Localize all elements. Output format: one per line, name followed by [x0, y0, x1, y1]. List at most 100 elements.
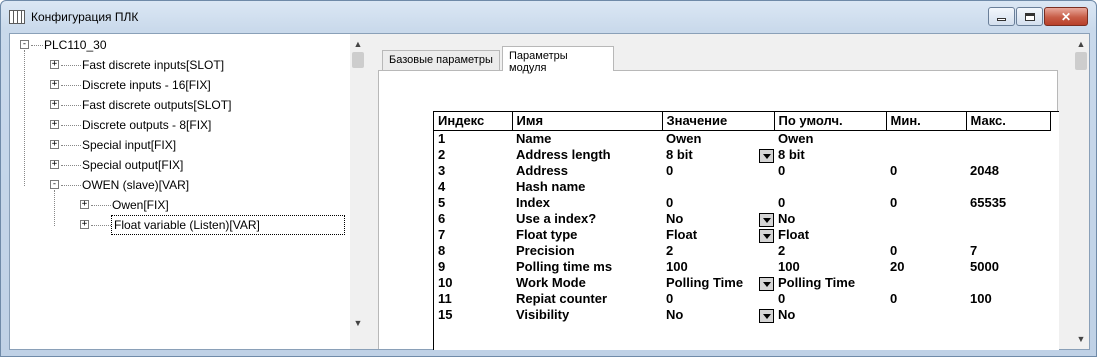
- cell-text: 0: [778, 162, 786, 178]
- expand-icon[interactable]: +: [50, 140, 59, 149]
- tree-connector: [61, 185, 81, 186]
- scroll-up-icon[interactable]: ▲: [1073, 36, 1089, 52]
- column-header[interactable]: Макс.: [966, 112, 1051, 131]
- cell-text: 8: [438, 242, 446, 258]
- cell-name: Precision: [512, 242, 662, 258]
- scroll-up-icon[interactable]: ▲: [350, 36, 366, 52]
- cell-max: 5000: [966, 258, 1050, 274]
- column-header[interactable]: Имя: [512, 112, 663, 131]
- table-row[interactable]: 3 Address 0 0 0 2048: [434, 162, 1050, 178]
- collapse-icon[interactable]: -: [50, 180, 59, 189]
- expand-icon[interactable]: +: [80, 220, 89, 229]
- dropdown-arrow-icon[interactable]: [759, 212, 774, 227]
- dropdown-wrapper: [759, 211, 774, 227]
- tree-item-label: Owen[FIX]: [112, 198, 169, 212]
- collapse-icon[interactable]: -: [20, 40, 29, 49]
- cell-text: Polling Time: [666, 274, 744, 290]
- table-row[interactable]: 11 Repiat counter 0 0 0 100: [434, 290, 1050, 306]
- table-row[interactable]: 6 Use a index? No No: [434, 210, 1050, 227]
- cell-text: Name: [516, 130, 552, 146]
- cell-text: 8 bit: [666, 146, 693, 162]
- tree-item[interactable]: - OWEN (slave)[VAR]: [10, 176, 350, 194]
- cell-value[interactable]: Owen: [662, 130, 774, 146]
- scroll-thumb[interactable]: [352, 52, 364, 68]
- cell-value[interactable]: 0: [662, 290, 774, 306]
- tree-item[interactable]: + Float variable (Listen)[VAR]: [10, 215, 350, 235]
- cell-default: 100: [774, 258, 886, 274]
- column-header[interactable]: Мин.: [886, 112, 967, 131]
- table-row[interactable]: 8 Precision 2 2 0 7: [434, 242, 1050, 258]
- maximize-button[interactable]: [1016, 7, 1043, 26]
- tree-item[interactable]: + Fast discrete outputs[SLOT]: [10, 96, 350, 114]
- tree-item[interactable]: + Owen[FIX]: [10, 196, 350, 214]
- expand-icon[interactable]: +: [50, 120, 59, 129]
- tree-connector: [61, 85, 81, 86]
- table-row[interactable]: 7 Float type Float Float: [434, 226, 1050, 243]
- title-bar[interactable]: Конфигурация ПЛК ✕: [1, 1, 1096, 33]
- expand-icon[interactable]: +: [50, 80, 59, 89]
- table-row[interactable]: 5 Index 0 0 0 65535: [434, 194, 1050, 210]
- cell-value[interactable]: No: [662, 306, 774, 323]
- column-header[interactable]: Индекс: [434, 112, 513, 131]
- tree-item-label: Special output[FIX]: [82, 158, 184, 172]
- table-row[interactable]: 9 Polling time ms 100 100 20 5000: [434, 258, 1050, 274]
- table-row[interactable]: 4 Hash name: [434, 178, 1050, 194]
- expand-icon[interactable]: +: [50, 160, 59, 169]
- tree-scrollbar[interactable]: ▲ ▼: [350, 34, 366, 349]
- tree-connector: [61, 145, 81, 146]
- cell-max: [966, 226, 1050, 242]
- params-scrollbar[interactable]: ▲ ▼: [1073, 34, 1089, 349]
- cell-value[interactable]: No: [662, 210, 774, 227]
- cell-value[interactable]: [662, 178, 774, 194]
- plc-config-icon: [9, 10, 25, 24]
- dropdown-arrow-icon[interactable]: [759, 228, 774, 243]
- table-row[interactable]: 1 Name Owen Owen: [434, 130, 1050, 146]
- tree-item[interactable]: + Fast discrete inputs[SLOT]: [10, 56, 350, 74]
- tab-module-params[interactable]: Параметры модуля: [502, 46, 614, 74]
- cell-text: 100: [778, 258, 800, 274]
- cell-text: 4: [438, 178, 446, 194]
- scroll-down-icon[interactable]: ▼: [350, 315, 366, 331]
- column-header[interactable]: Значение: [662, 112, 775, 131]
- dropdown-arrow-icon[interactable]: [759, 308, 774, 323]
- cell-max: [966, 210, 1050, 226]
- cell-text: 11: [438, 290, 452, 306]
- cell-text: No: [778, 210, 796, 226]
- cell-name: Index: [512, 194, 662, 210]
- cell-text: Address: [516, 162, 569, 178]
- cell-text: 0: [666, 162, 674, 178]
- scroll-thumb[interactable]: [1075, 52, 1087, 70]
- cell-value[interactable]: 8 bit: [662, 146, 774, 163]
- tree-item[interactable]: + Special output[FIX]: [10, 156, 350, 174]
- cell-min: [886, 146, 966, 162]
- table-row[interactable]: 2 Address length 8 bit 8 bit: [434, 146, 1050, 163]
- expand-icon[interactable]: +: [50, 60, 59, 69]
- expand-icon[interactable]: +: [50, 100, 59, 109]
- cell-text: 15: [438, 306, 453, 322]
- tree-item[interactable]: + Special input[FIX]: [10, 136, 350, 154]
- dropdown-arrow-icon[interactable]: [759, 148, 774, 163]
- table-row[interactable]: 15 Visibility No No: [434, 306, 1050, 323]
- cell-value[interactable]: 100: [662, 258, 774, 274]
- expand-icon[interactable]: +: [80, 200, 89, 209]
- dropdown-arrow-icon[interactable]: [759, 276, 774, 291]
- table-row[interactable]: 10 Work Mode Polling Time Polling Time: [434, 274, 1050, 291]
- cell-default: Owen: [774, 130, 886, 146]
- close-button[interactable]: ✕: [1044, 7, 1088, 26]
- tree-item-root[interactable]: - PLC110_30: [10, 36, 340, 54]
- tab-base-params[interactable]: Базовые параметры: [382, 50, 500, 70]
- tree-item[interactable]: + Discrete outputs - 8[FIX]: [10, 116, 350, 134]
- cell-value[interactable]: 2: [662, 242, 774, 258]
- scroll-down-icon[interactable]: ▼: [1073, 331, 1089, 347]
- cell-name: Visibility: [512, 306, 662, 322]
- cell-value[interactable]: Float: [662, 226, 774, 243]
- minimize-button[interactable]: [988, 7, 1015, 26]
- column-header[interactable]: По умолч.: [774, 112, 887, 131]
- cell-index: 15: [434, 306, 512, 322]
- cell-value[interactable]: Polling Time: [662, 274, 774, 291]
- tree-item[interactable]: + Discrete inputs - 16[FIX]: [10, 76, 350, 94]
- cell-text: Owen: [778, 130, 814, 146]
- cell-value[interactable]: 0: [662, 194, 774, 210]
- cell-text: 8 bit: [778, 146, 805, 162]
- cell-value[interactable]: 0: [662, 162, 774, 178]
